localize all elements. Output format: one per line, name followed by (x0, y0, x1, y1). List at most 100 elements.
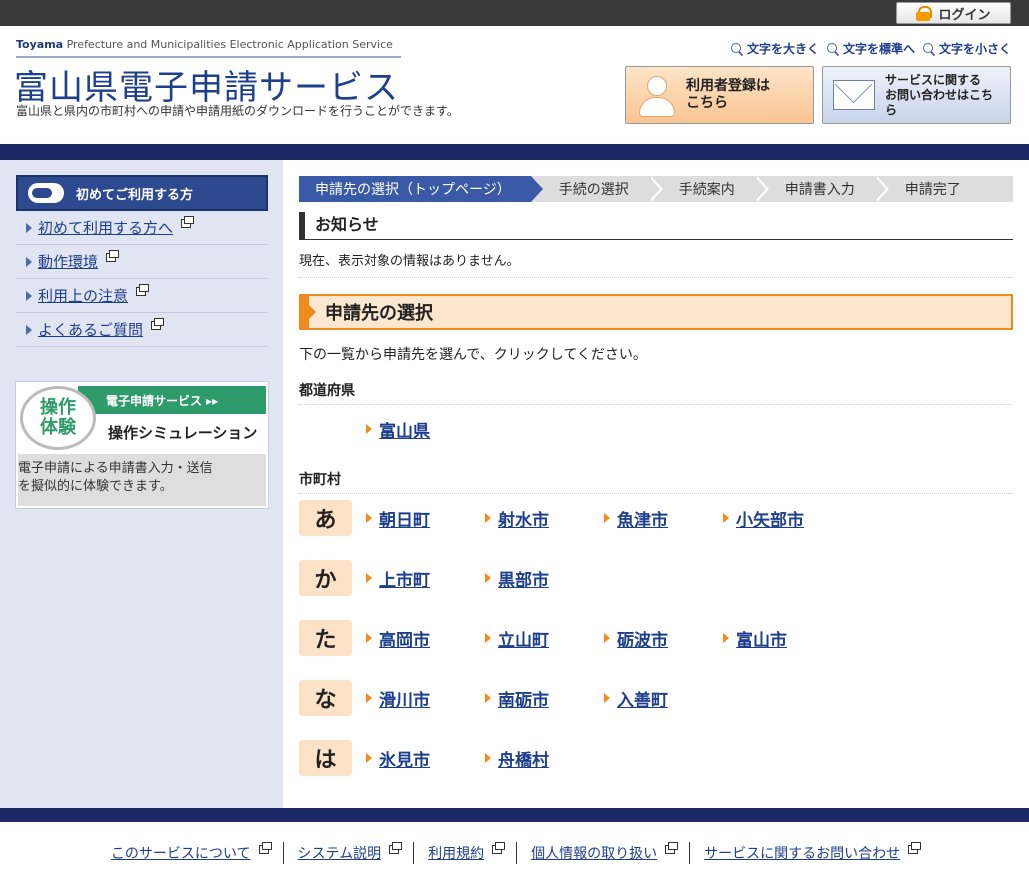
footer-link-privacy[interactable]: 個人情報の取り扱い (516, 841, 689, 864)
triangle-right-icon (485, 633, 491, 643)
footer-links: このサービスについて システム説明 利用規約 個人情報の取り扱い サービスに関す… (0, 822, 1029, 884)
kana-label: あ (299, 500, 352, 536)
triangle-right-icon (485, 753, 491, 763)
city-link[interactable]: 黒部市 (485, 566, 604, 591)
kana-label: は (299, 740, 352, 776)
triangle-right-icon (366, 633, 372, 643)
footer-link-contact[interactable]: サービスに関するお問い合わせ (689, 841, 932, 864)
sidebar-item-faq[interactable]: よくあるご質問 (16, 313, 268, 347)
triangle-right-icon (26, 222, 32, 233)
triangle-right-icon (604, 633, 610, 643)
triangle-right-icon (26, 290, 32, 301)
triangle-right-icon (26, 256, 32, 267)
triangle-right-icon (723, 513, 729, 523)
site-header: Toyama Prefecture and Municipalities Ele… (0, 26, 1029, 144)
external-window-icon (389, 841, 403, 854)
triangle-right-icon (485, 573, 491, 583)
site-description: 富山県と県内の市町村への申請や申請用紙のダウンロードを行うことができます。 (16, 104, 459, 118)
external-window-icon (492, 841, 506, 854)
logo-divider (16, 56, 401, 58)
triangle-right-icon (366, 424, 372, 434)
sidebar-item-notes[interactable]: 利用上の注意 (16, 279, 268, 313)
logo-english: Toyama Prefecture and Municipalities Ele… (16, 38, 393, 51)
prefecture-link-toyama[interactable]: 富山県 (366, 417, 485, 442)
triangle-right-icon (604, 693, 610, 703)
triangle-right-icon (366, 513, 372, 523)
kana-row-ta: た 高岡市 立山町 砺波市 富山市 (299, 620, 1013, 656)
zoom-out-icon (922, 42, 935, 55)
nav-band (0, 144, 1029, 160)
city-link[interactable]: 射水市 (485, 506, 604, 531)
city-link[interactable]: 小矢部市 (723, 506, 842, 531)
triangle-right-icon (26, 324, 32, 335)
notice-text: 現在、表示対象の情報はありません。 (299, 250, 1013, 278)
search-icon (826, 42, 839, 55)
sidebar: 初めてご利用する方 初めて利用する方へ 動作環境 利用上の注意 よくあるご質問 … (0, 160, 283, 808)
font-standard-link[interactable]: 文字を標準へ (826, 40, 915, 57)
kana-label: か (299, 560, 352, 596)
prefecture-row: 富山県 (299, 411, 1013, 447)
prefecture-heading: 都道府県 (299, 380, 1013, 405)
city-link[interactable]: 朝日町 (366, 506, 485, 531)
footer-link-terms[interactable]: 利用規約 (413, 841, 516, 864)
selection-heading: 申請先の選択 (299, 294, 1013, 330)
external-window-icon (151, 318, 165, 330)
kana-row-ha: は 氷見市 舟橋村 (299, 740, 1013, 776)
kana-label: た (299, 620, 352, 656)
login-button[interactable]: ログイン (896, 2, 1011, 24)
kana-row-a: あ 朝日町 射水市 魚津市 小矢部市 (299, 500, 1013, 536)
triangle-right-icon (366, 573, 372, 583)
sidebar-item-first-time[interactable]: 初めて利用する方へ (16, 211, 268, 245)
footer-link-system[interactable]: システム説明 (282, 841, 414, 864)
city-link[interactable]: 砺波市 (604, 626, 723, 651)
step-form-input: 申請書入力 (757, 176, 889, 202)
sidebar-item-environment[interactable]: 動作環境 (16, 245, 268, 279)
city-link[interactable]: 富山市 (723, 626, 842, 651)
kana-row-na: な 滑川市 南砺市 入善町 (299, 680, 1013, 716)
city-link[interactable]: 上市町 (366, 566, 485, 591)
footer-link-about[interactable]: このサービスについて (97, 841, 283, 864)
external-window-icon (908, 841, 922, 854)
step-select-procedure: 手続の選択 (531, 176, 663, 202)
step-select-destination: 申請先の選択（トップページ） (299, 176, 543, 202)
kana-row-ka: か 上市町 黒部市 (299, 560, 1013, 596)
city-link[interactable]: 入善町 (604, 686, 723, 711)
footer-band (0, 808, 1029, 822)
font-size-controls: 文字を大きく 文字を標準へ 文字を小さく (730, 40, 1011, 57)
font-larger-link[interactable]: 文字を大きく (730, 40, 819, 57)
person-icon (636, 73, 676, 117)
font-smaller-link[interactable]: 文字を小さく (922, 40, 1011, 57)
triangle-right-icon (366, 693, 372, 703)
simulation-title: 操作シミュレーション (108, 424, 258, 442)
triangle-right-icon (723, 633, 729, 643)
external-window-icon (181, 216, 195, 228)
city-link[interactable]: 滑川市 (366, 686, 485, 711)
user-registration-button[interactable]: 利用者登録は こちら (625, 66, 814, 124)
city-link[interactable]: 南砺市 (485, 686, 604, 711)
step-procedure-guide: 手続案内 (651, 176, 769, 202)
external-window-icon (665, 841, 679, 854)
city-link[interactable]: 高岡市 (366, 626, 485, 651)
mail-icon (833, 80, 875, 110)
external-window-icon (106, 250, 120, 262)
progress-steps: 申請先の選択（トップページ） 手続の選択 手続案内 申請書入力 申請完了 (299, 176, 1013, 202)
pointing-hand-icon (28, 183, 64, 203)
external-window-icon (258, 841, 272, 854)
city-link[interactable]: 舟橋村 (485, 746, 604, 771)
sidebar-menu: 初めて利用する方へ 動作環境 利用上の注意 よくあるご質問 (16, 211, 268, 347)
city-link[interactable]: 魚津市 (604, 506, 723, 531)
triangle-right-icon (485, 513, 491, 523)
simulation-description: 電子申請による申請書入力・送信 を擬似的に体験できます。 (18, 454, 266, 506)
simulation-green-label: 電子申請サービス ▸▸ (78, 386, 266, 414)
municipality-heading: 市町村 (299, 469, 1013, 494)
triangle-right-icon (604, 513, 610, 523)
city-link[interactable]: 立山町 (485, 626, 604, 651)
top-bar: ログイン (0, 0, 1029, 26)
city-link[interactable]: 氷見市 (366, 746, 485, 771)
external-window-icon (136, 284, 150, 296)
service-contact-button[interactable]: サービスに関する お問い合わせはこちら (822, 66, 1011, 124)
triangle-right-icon (485, 693, 491, 703)
notice-heading: お知らせ (299, 212, 1013, 240)
step-complete: 申請完了 (904, 182, 961, 198)
simulation-banner[interactable]: 操作 体験 電子申請サービス ▸▸ 操作シミュレーション 電子申請による申請書入力… (16, 382, 268, 508)
